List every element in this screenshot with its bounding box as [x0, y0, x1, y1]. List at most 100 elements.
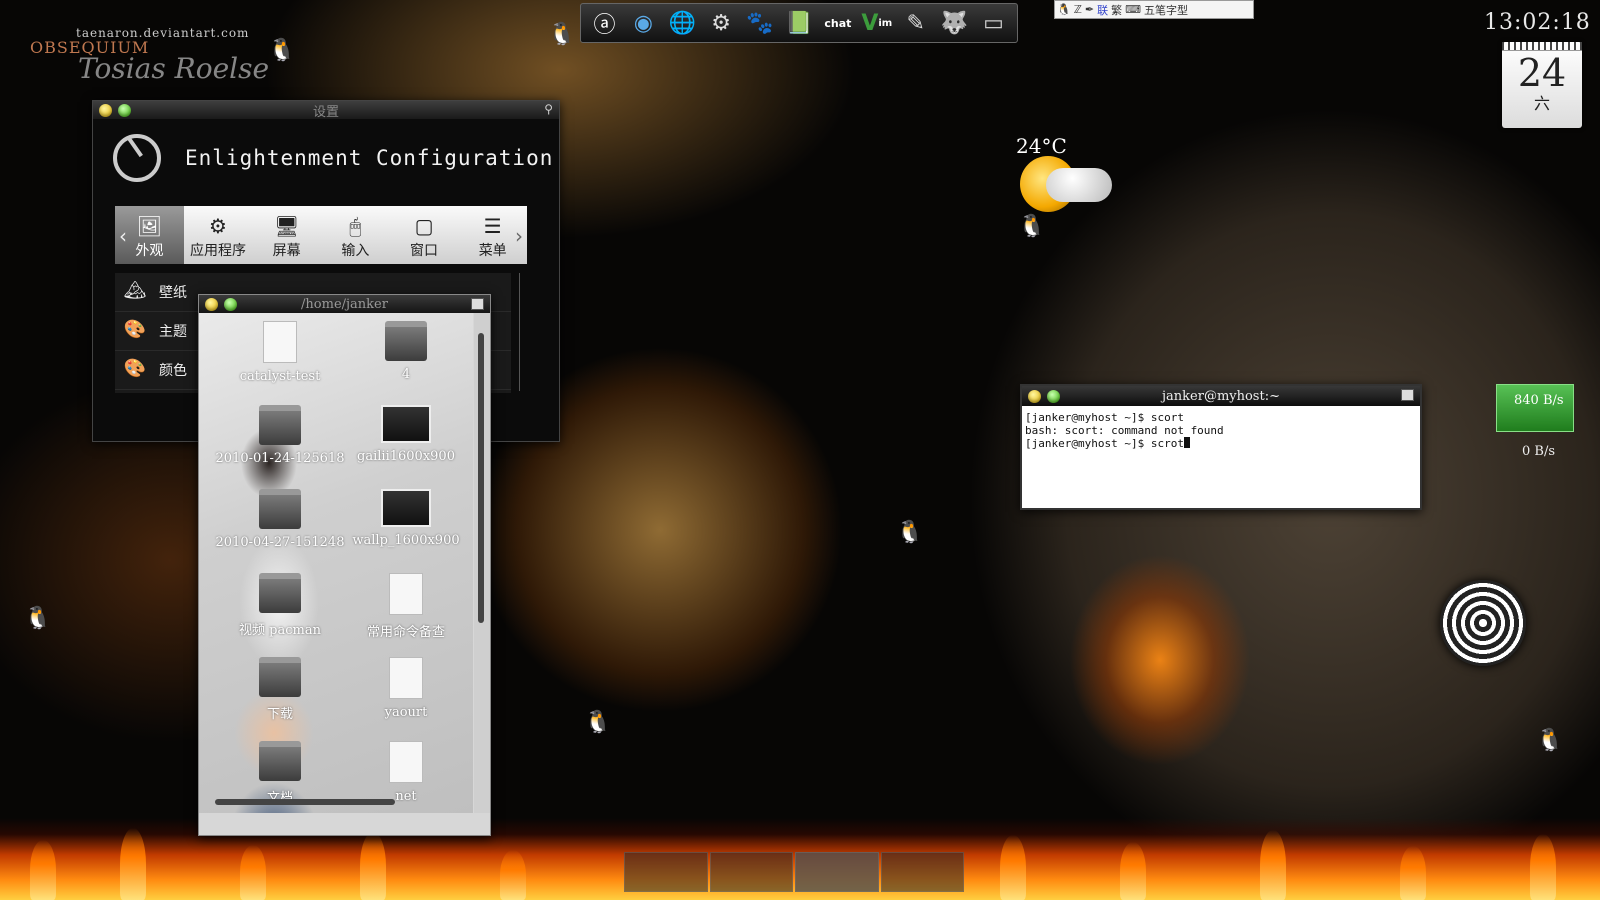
- file-item-label: 4: [401, 367, 411, 382]
- tray-item-fan[interactable]: 繁: [1111, 2, 1122, 18]
- terminal-icon[interactable]: ▭: [976, 6, 1011, 40]
- file-icon: [389, 573, 423, 615]
- firefox-icon[interactable]: 🌐: [665, 6, 700, 40]
- file-item[interactable]: catalyst-test: [215, 321, 345, 384]
- terminal-output[interactable]: [janker@myhost ~]$ scort bash: scort: co…: [1022, 406, 1420, 455]
- file-item[interactable]: wallp_1600x900: [341, 489, 471, 548]
- config-window-title: 设置: [312, 104, 339, 120]
- window-menu-button[interactable]: [471, 298, 484, 310]
- chevron-left-icon[interactable]: ‹: [119, 224, 127, 248]
- pin-icon[interactable]: ⚲: [544, 102, 553, 116]
- maximize-button[interactable]: [224, 297, 237, 311]
- keyboard-tray-icon[interactable]: ⌨: [1125, 3, 1141, 16]
- config-heading: Enlightenment Configuration: [185, 146, 554, 170]
- file-item[interactable]: 下载: [215, 657, 345, 722]
- speaker-volume-icon[interactable]: [1440, 580, 1526, 666]
- image-thumbnail-icon: [381, 405, 431, 443]
- vertical-scrollbar[interactable]: [474, 313, 490, 813]
- file-item[interactable]: 2010-01-24-125618: [215, 405, 345, 466]
- file-manager-window: /home/janker catalyst-test 4 2010-01-24-12…: [198, 294, 491, 836]
- tux-icon: 🐧: [548, 22, 576, 47]
- window-menu-button[interactable]: [1401, 389, 1414, 401]
- chevron-right-icon[interactable]: ›: [515, 224, 523, 248]
- pinyin-tray-icon[interactable]: ℤ: [1074, 3, 1082, 16]
- weather-temperature: 24°C: [1016, 134, 1067, 158]
- terminal-line: [janker@myhost ~]$ scort: [1025, 411, 1184, 424]
- category-label: 屏幕: [272, 243, 301, 259]
- terminal-line: [janker@myhost ~]$ scrot: [1025, 437, 1184, 450]
- chat-label: chat: [824, 16, 852, 30]
- book-icon[interactable]: 📗: [782, 6, 817, 40]
- pager-desk-3[interactable]: [795, 852, 879, 892]
- tux-icon: 🐧: [896, 520, 924, 545]
- pen-tray-icon[interactable]: ✒: [1085, 3, 1094, 16]
- pager-desk-4[interactable]: [880, 852, 964, 892]
- terminal-prompt-line: [janker@myhost ~]$ scrot: [1025, 437, 1417, 450]
- category-window[interactable]: ▢ 窗口: [390, 206, 459, 264]
- file-item[interactable]: 2010-04-27-151248: [215, 489, 345, 550]
- category-screen[interactable]: 🖥 屏幕: [252, 206, 321, 264]
- xchat-icon[interactable]: chat: [820, 6, 855, 40]
- file-item[interactable]: 常用命令备查: [341, 573, 471, 640]
- folder-icon: [259, 657, 301, 697]
- terminal-window[interactable]: janker@myhost:~ [janker@myhost ~]$ scort…: [1020, 384, 1422, 510]
- chromium-icon[interactable]: ◉: [626, 6, 661, 40]
- category-label: 菜单: [478, 243, 507, 259]
- minimize-button[interactable]: [1028, 389, 1041, 403]
- input-method-tray[interactable]: 🐧 ℤ ✒ 联 繁 ⌨ 五笔字型: [1054, 0, 1254, 19]
- file-item[interactable]: 4: [341, 321, 471, 382]
- tux-tray-icon[interactable]: 🐧: [1057, 3, 1071, 16]
- file-item-label: 视频 pacman: [239, 623, 321, 638]
- tray-item-lian[interactable]: 联: [1097, 2, 1108, 18]
- maximize-button[interactable]: [118, 103, 131, 117]
- category-label: 窗口: [410, 243, 439, 259]
- calendar-widget[interactable]: 24 六: [1502, 42, 1582, 128]
- file-item-label: 2010-04-27-151248: [215, 535, 345, 550]
- clock-time: 13:02:18: [1484, 10, 1591, 35]
- minimize-button[interactable]: [99, 103, 112, 117]
- config-item-label: 主题: [159, 324, 187, 340]
- file-view[interactable]: catalyst-test 4 2010-01-24-125618 gailii160…: [199, 313, 473, 813]
- file-icon: [389, 741, 423, 783]
- terminal-line: bash: scort: command not found: [1025, 424, 1224, 437]
- maximize-button[interactable]: [1047, 389, 1060, 403]
- config-titlebar[interactable]: 设置 ⚲: [93, 101, 559, 120]
- file-manager-titlebar[interactable]: /home/janker: [199, 295, 490, 313]
- config-scrollbar[interactable]: [519, 273, 530, 391]
- screen-icon: 🖥: [273, 214, 300, 238]
- color-palette-icon: 🎨: [123, 358, 147, 379]
- minimize-button[interactable]: [205, 297, 218, 311]
- file-item-label: 下载: [266, 707, 293, 722]
- file-manager-title: /home/janker: [301, 296, 388, 312]
- category-label: 外观: [135, 243, 164, 259]
- launcher-a-icon[interactable]: ⓐ: [587, 6, 622, 40]
- window-icon: ▢: [414, 214, 434, 238]
- file-item[interactable]: gailii1600x900: [341, 405, 471, 464]
- config-category-bar: ‹ › 🖼 外观 ⚙ 应用程序 🖥 屏幕 🖱 输入 ▢ 窗口 ☰ 菜单: [115, 206, 527, 264]
- tux-icon: 🐧: [1536, 728, 1564, 753]
- gimp-icon[interactable]: 🐺: [937, 6, 972, 40]
- file-item-label: gailii1600x900: [357, 449, 455, 464]
- pager-desk-2[interactable]: [709, 852, 793, 892]
- config-item-label: 壁纸: [159, 285, 187, 301]
- horizontal-scrollbar[interactable]: [199, 795, 473, 809]
- category-label: 应用程序: [190, 243, 246, 259]
- category-applications-gear[interactable]: ⚙ 应用程序: [184, 206, 253, 264]
- folder-icon: [259, 741, 301, 781]
- folder-icon: [259, 405, 301, 445]
- gnome-foot-icon[interactable]: 🐾: [743, 6, 778, 40]
- cloud-icon: [1046, 168, 1112, 202]
- file-item[interactable]: 视频 pacman: [215, 573, 345, 638]
- file-item-label: 常用命令备查: [366, 625, 445, 640]
- editor-icon[interactable]: ✎: [898, 6, 933, 40]
- file-item[interactable]: yaourt: [341, 657, 471, 720]
- terminal-titlebar[interactable]: janker@myhost:~: [1022, 386, 1420, 406]
- enlightenment-logo-icon: [113, 134, 161, 182]
- input-method-label[interactable]: 五笔字型: [1144, 2, 1188, 18]
- pager-desk-1[interactable]: [624, 852, 708, 892]
- terminal-cursor: [1183, 437, 1190, 448]
- vim-icon[interactable]: Vim: [859, 6, 894, 40]
- top-dock: ⓐ ◉ 🌐 ⚙ 🐾 📗 chat Vim ✎ 🐺 ▭: [580, 3, 1018, 43]
- category-input-mouse[interactable]: 🖱 输入: [321, 206, 390, 264]
- settings-tools-icon[interactable]: ⚙: [704, 6, 739, 40]
